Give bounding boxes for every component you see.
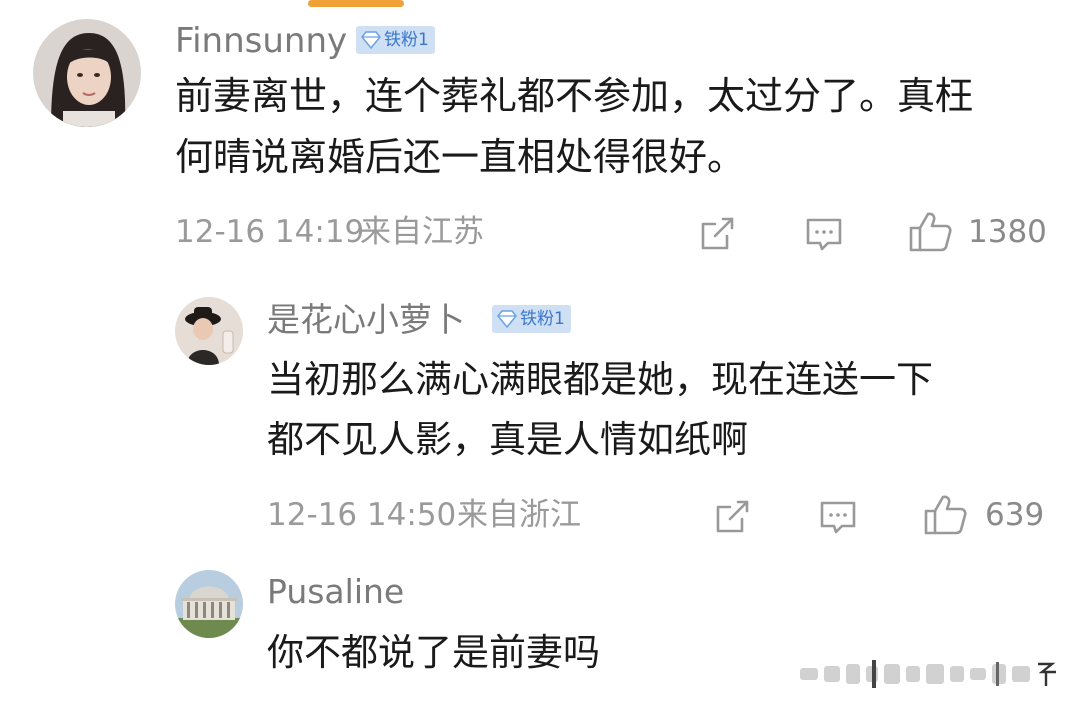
avatar[interactable] (175, 570, 243, 638)
comment-text-line: 你不都说了是前妻吗 (267, 631, 600, 674)
thumbs-up-icon[interactable] (922, 493, 968, 537)
username[interactable]: Pusaline (267, 575, 404, 608)
diamond-icon (361, 31, 381, 49)
comment-location: 来自江苏 (360, 214, 484, 250)
comment-timestamp: 12-16 14:50 (267, 497, 457, 533)
share-icon[interactable] (712, 497, 752, 537)
username[interactable]: 是花心小萝卜 (267, 303, 465, 336)
comment-text-line: 前妻离世，连个葬礼都不参加，太过分了。真枉 (175, 74, 974, 118)
comment-icon[interactable] (804, 214, 844, 254)
like-count: 639 (985, 497, 1045, 533)
comment-text-line: 当初那么满心满眼都是她，现在连送一下 (267, 358, 933, 401)
comment-timestamp: 12-16 14:19 (175, 214, 365, 250)
watermark-image (800, 660, 1056, 688)
badge-label: 铁粉1 (384, 29, 429, 50)
fan-badge: 铁粉1 (356, 26, 435, 54)
avatar[interactable] (33, 19, 141, 127)
badge-label: 铁粉1 (520, 308, 565, 329)
top-accent-bar (308, 0, 404, 7)
thumbs-up-icon[interactable] (907, 210, 953, 254)
comment-location: 来自浙江 (457, 497, 581, 533)
avatar[interactable] (175, 297, 243, 365)
diamond-icon (497, 310, 517, 328)
like-count: 1380 (968, 214, 1047, 250)
share-icon[interactable] (697, 214, 737, 254)
comment-text-line: 何晴说离婚后还一直相处得很好。 (175, 135, 746, 179)
comment-icon[interactable] (818, 497, 858, 537)
fan-badge: 铁粉1 (492, 305, 571, 333)
comment-text-line: 都不见人影，真是人情如纸啊 (267, 418, 748, 461)
username[interactable]: Finnsunny (175, 24, 347, 58)
